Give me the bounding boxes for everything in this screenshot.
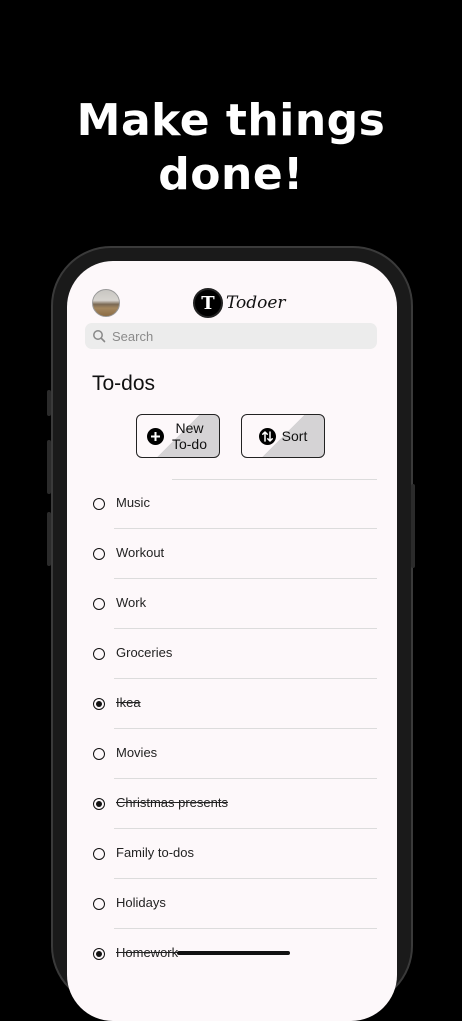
app-header: T Todoer	[67, 261, 397, 321]
todo-item[interactable]: Workout	[67, 529, 397, 579]
todo-item[interactable]: Family to-dos	[67, 829, 397, 879]
todo-label: Christmas presents	[116, 795, 228, 810]
phone-side-button	[47, 390, 51, 416]
radio-icon[interactable]	[93, 598, 105, 610]
phone-volume-up	[47, 440, 51, 494]
todo-item[interactable]: Groceries	[67, 629, 397, 679]
sort-button[interactable]: Sort	[241, 414, 325, 458]
home-indicator	[177, 951, 290, 955]
radio-icon[interactable]	[93, 648, 105, 660]
todo-label: Holidays	[116, 895, 166, 910]
radio-icon[interactable]	[93, 848, 105, 860]
todo-item[interactable]: Holidays	[67, 879, 397, 929]
todo-item[interactable]: Movies	[67, 729, 397, 779]
search-input[interactable]	[110, 327, 364, 345]
app-logo: T Todoer	[193, 287, 286, 319]
promo-headline: Make things done!	[0, 94, 462, 202]
new-todo-label: New To-do	[171, 420, 208, 452]
logo-text: Todoer	[226, 293, 286, 313]
page-title: To-dos	[92, 372, 156, 395]
todo-label: Music	[116, 495, 150, 510]
todo-item[interactable]: Work	[67, 579, 397, 629]
todo-item[interactable]: Christmas presents	[67, 779, 397, 829]
todo-label: Groceries	[116, 645, 173, 660]
todo-label: Family to-dos	[116, 845, 195, 860]
sort-label: Sort	[281, 428, 308, 444]
new-todo-button[interactable]: New To-do	[136, 414, 220, 458]
phone-power-button	[411, 484, 415, 568]
search-icon	[93, 330, 106, 343]
radio-icon[interactable]	[93, 748, 105, 760]
headline-line-2: done!	[158, 149, 304, 200]
plus-icon	[146, 427, 164, 445]
logo-mark: T	[193, 288, 223, 318]
todo-item[interactable]: Music	[67, 479, 397, 529]
todo-label: Movies	[116, 745, 158, 760]
todo-label: Ikea	[116, 695, 141, 710]
todo-label: Workout	[116, 545, 165, 560]
checked-radio-icon[interactable]	[93, 948, 105, 960]
todo-label: Homework	[116, 945, 179, 960]
todo-label: Work	[116, 595, 147, 610]
avatar[interactable]	[92, 289, 120, 317]
todo-item[interactable]: Ikea	[67, 679, 397, 729]
sort-arrows-icon	[258, 427, 276, 445]
search-bar[interactable]	[85, 323, 377, 349]
checked-radio-icon[interactable]	[93, 698, 105, 710]
radio-icon[interactable]	[93, 898, 105, 910]
radio-icon[interactable]	[93, 548, 105, 560]
radio-icon[interactable]	[93, 498, 105, 510]
app-screen: T Todoer To-dos New To-do Sort Music Work…	[67, 261, 397, 1021]
checked-radio-icon[interactable]	[93, 798, 105, 810]
phone-volume-down	[47, 512, 51, 566]
headline-line-1: Make things	[76, 95, 386, 146]
